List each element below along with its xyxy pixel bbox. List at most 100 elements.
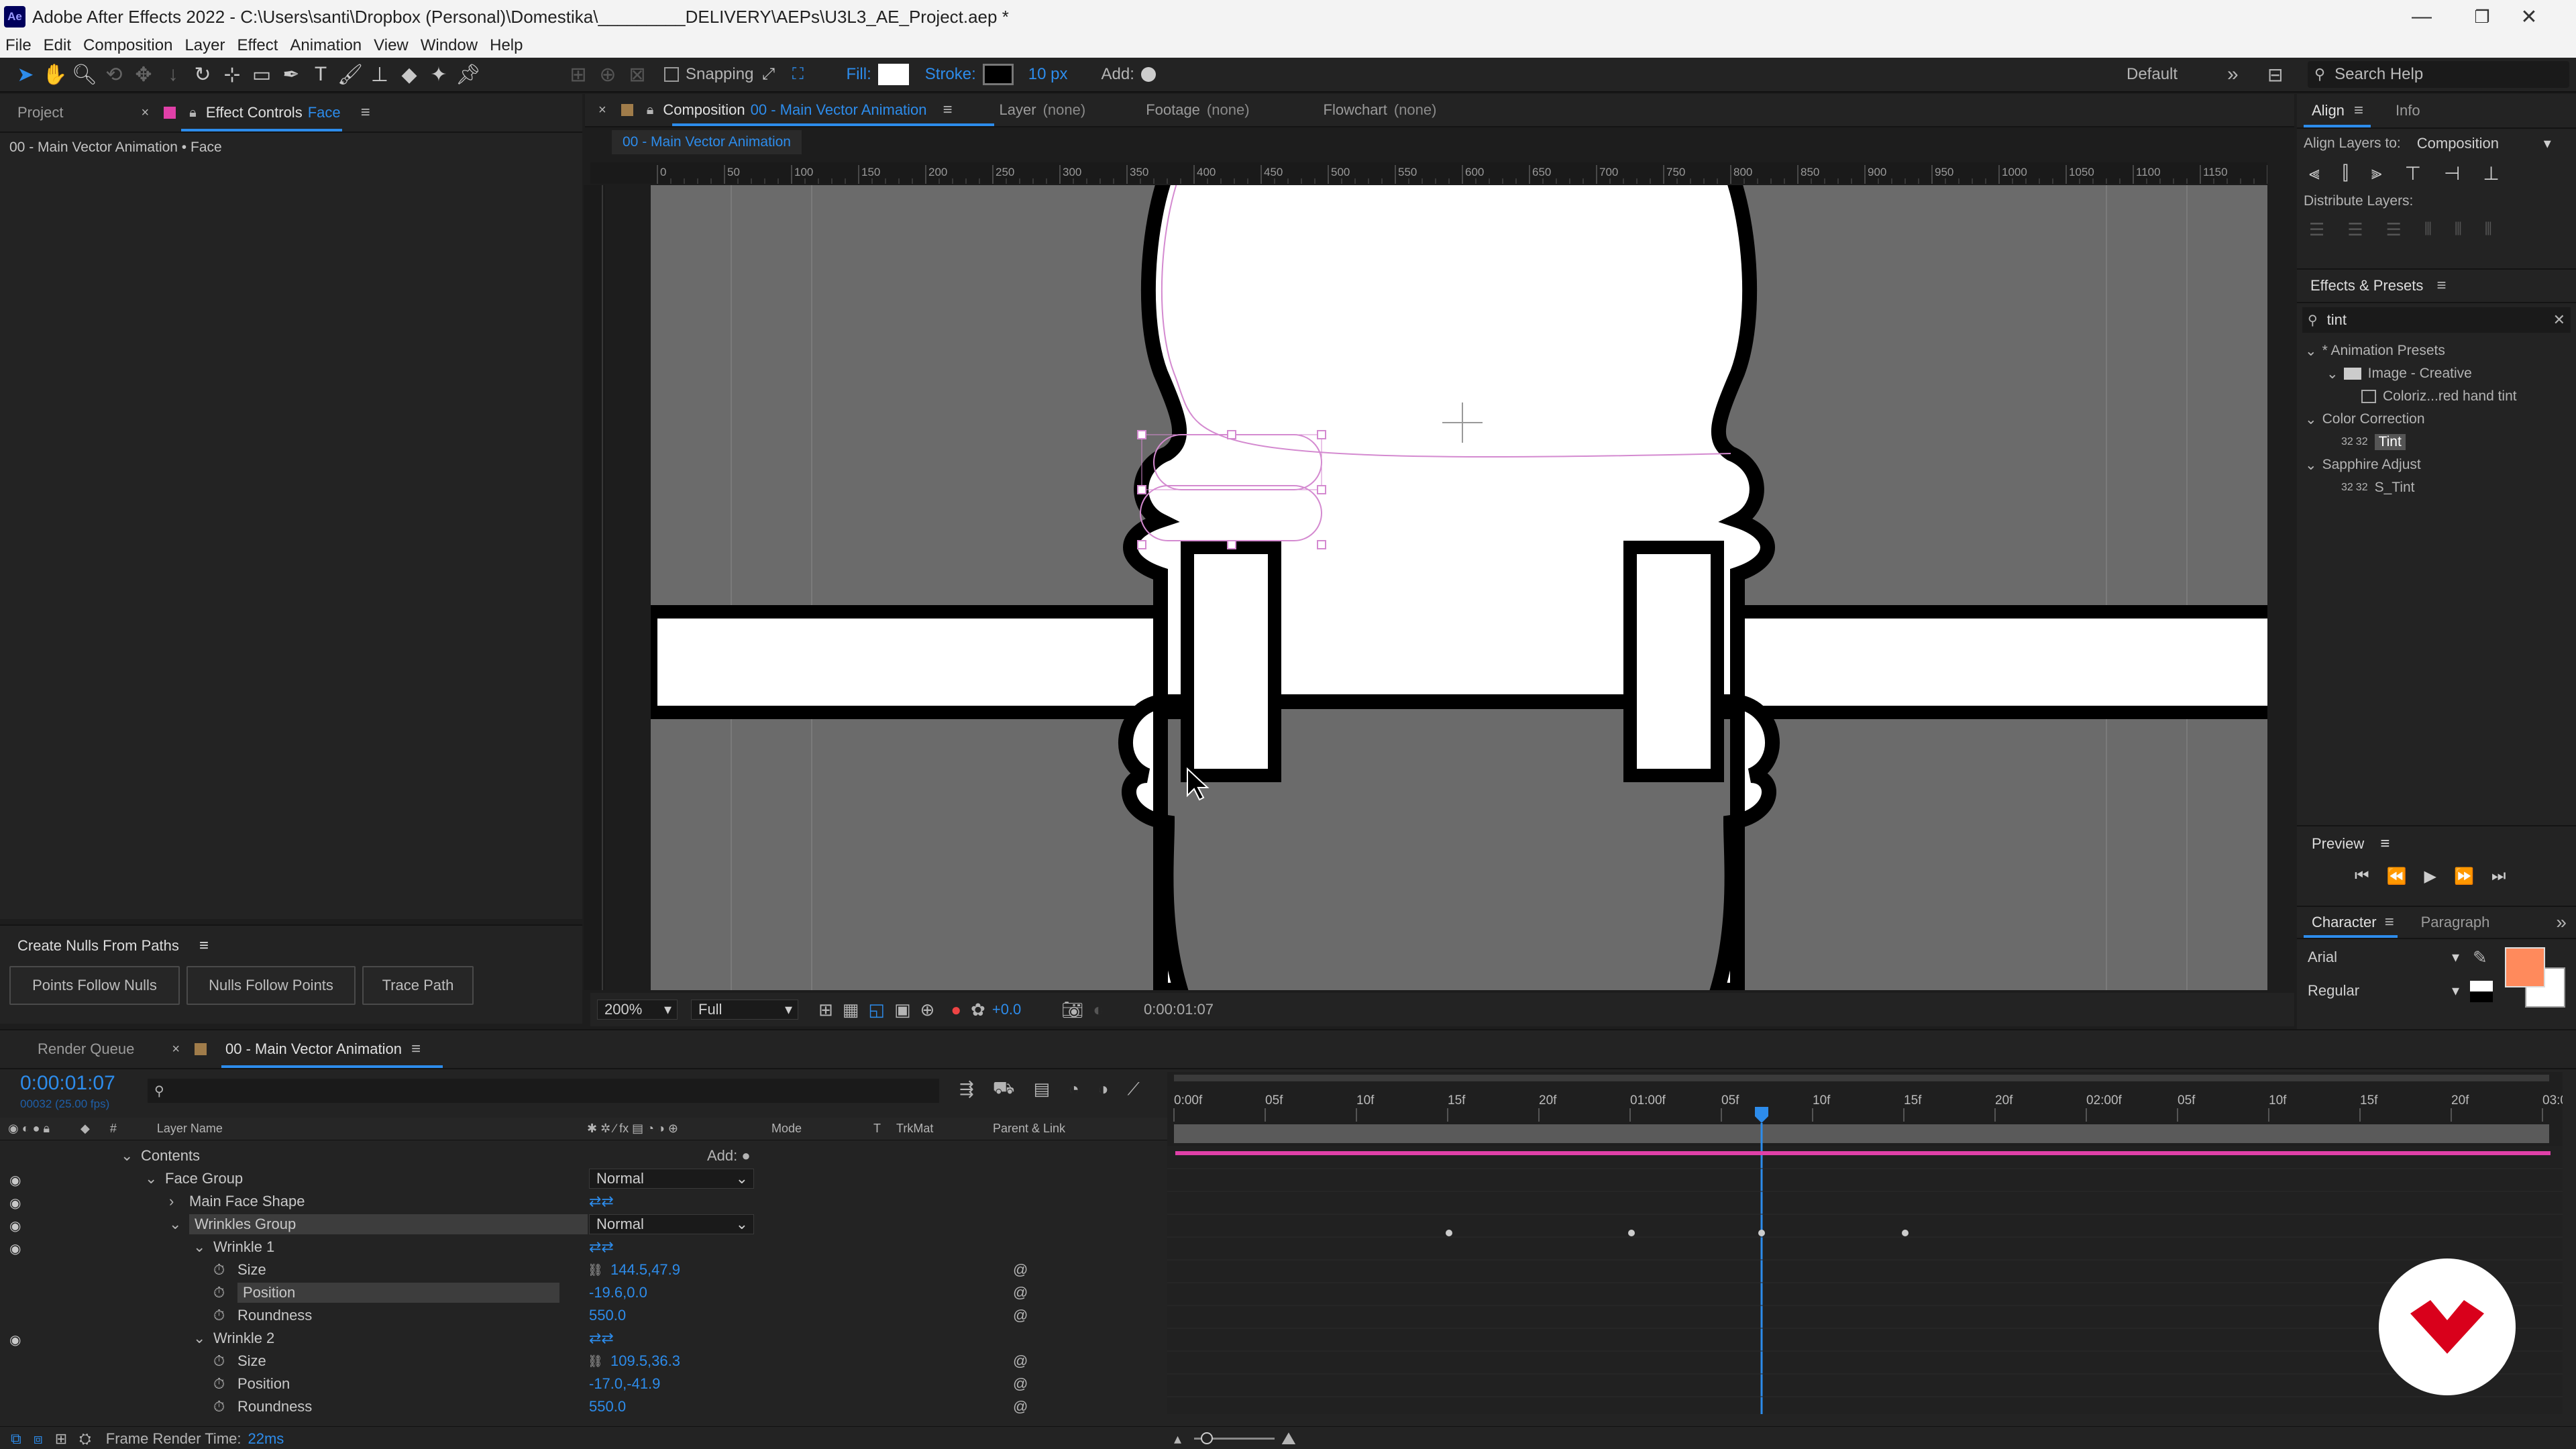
points-follow-nulls-button[interactable]: Points Follow Nulls: [9, 966, 180, 1005]
align-horizontal-center-icon[interactable]: ⫿: [2343, 162, 2349, 184]
composition-breadcrumb[interactable]: 00 - Main Vector Animation: [612, 130, 802, 154]
tab-render-queue[interactable]: Render Queue: [0, 1030, 152, 1068]
previous-frame-icon[interactable]: ⏪: [2387, 867, 2407, 886]
viewer-timecode[interactable]: 0:00:01:07: [1144, 1001, 1214, 1018]
property-value[interactable]: 144.5,47.9: [610, 1261, 680, 1279]
hand-tool-icon[interactable]: ✋: [40, 60, 70, 89]
tree-item-tint[interactable]: 32 32 Tint: [2297, 431, 2576, 453]
constrain-proportions-icon[interactable]: ⛓: [588, 1354, 603, 1368]
property-row[interactable]: ⏱ Roundness 550.0 @: [0, 1395, 1167, 1418]
search-help-box[interactable]: ⚲ Search Help: [2308, 61, 2569, 88]
layer-property-name[interactable]: Wrinkles Group: [189, 1214, 588, 1234]
magnification-dropdown[interactable]: 200% ▾: [597, 1000, 678, 1020]
layer-property-name[interactable]: Wrinkle 1: [213, 1238, 274, 1256]
selection-tool-icon[interactable]: ➤: [11, 60, 40, 89]
tab-layer[interactable]: Layer: [953, 94, 1043, 126]
workspace-default[interactable]: Default: [2127, 65, 2178, 84]
eraser-tool-icon[interactable]: ◆: [394, 60, 424, 89]
group-row[interactable]: ◉ ⌄ Wrinkles Group Normal ⌄: [0, 1213, 1167, 1236]
align-left-icon[interactable]: ⫷: [2309, 162, 2320, 184]
shape-group-switches-icon[interactable]: ⇄⇄: [589, 1193, 614, 1210]
timeline-graph-area[interactable]: [1167, 1146, 2563, 1420]
composition-viewer[interactable]: [651, 185, 2267, 990]
guides-icon[interactable]: ▣: [894, 1000, 911, 1020]
tree-item-image-creative[interactable]: ⌄ Image - Creative: [2297, 362, 2576, 385]
last-frame-icon[interactable]: ⏭: [2491, 867, 2506, 885]
layer-property-name[interactable]: Position: [237, 1283, 559, 1303]
snapshot-region-icon[interactable]: ⊞: [818, 1000, 833, 1020]
property-row[interactable]: ⏱ Position -17.0,-41.9 @: [0, 1373, 1167, 1395]
type-tool-icon[interactable]: T: [306, 60, 335, 89]
property-value[interactable]: -17.0,-41.9: [589, 1375, 660, 1393]
layer-duration-bar[interactable]: [1175, 1151, 2551, 1155]
effects-search-box[interactable]: ⚲ tint ✕: [2302, 307, 2571, 333]
property-value[interactable]: 109.5,36.3: [610, 1352, 680, 1370]
property-value[interactable]: -19.6,0.0: [589, 1284, 647, 1301]
nulls-follow-points-button[interactable]: Nulls Follow Points: [186, 966, 356, 1005]
layer-property-name[interactable]: Main Face Shape: [189, 1193, 305, 1210]
stopwatch-icon[interactable]: ⏱: [213, 1398, 225, 1415]
parent-link-column[interactable]: Parent & Link: [993, 1122, 1065, 1136]
panel-menu-icon[interactable]: ≡: [199, 936, 209, 955]
layer-property-name[interactable]: Size: [237, 1352, 266, 1370]
color-channels-icon[interactable]: ●: [951, 1000, 961, 1020]
stroke-swatch[interactable]: [982, 64, 1014, 85]
render-time-icon[interactable]: ⛭: [79, 1430, 91, 1448]
tab-info[interactable]: Info: [2363, 94, 2438, 127]
collapse-arrow-icon[interactable]: ⌄: [193, 1330, 205, 1347]
stroke-width-value[interactable]: 10 px: [1028, 65, 1068, 84]
distribute-right-icon[interactable]: ⫴: [2485, 219, 2492, 240]
distribute-bottom-icon[interactable]: ☰: [2386, 219, 2402, 240]
layer-name-column[interactable]: Layer Name: [157, 1122, 223, 1136]
next-frame-icon[interactable]: ⏩: [2454, 867, 2474, 886]
add-content-button[interactable]: Add: ●: [707, 1147, 751, 1165]
property-row[interactable]: ⏱ Position -19.6,0.0 @: [0, 1281, 1167, 1304]
property-value[interactable]: 550.0: [589, 1307, 626, 1324]
motion-blur-icon[interactable]: ◑: [1098, 1079, 1109, 1099]
roto-brush-tool-icon[interactable]: ✦: [424, 60, 453, 89]
collapse-arrow-icon[interactable]: ⌄: [169, 1216, 181, 1233]
local-axis-icon[interactable]: ⊞: [564, 60, 593, 89]
layer-property-name[interactable]: Face Group: [165, 1170, 243, 1187]
font-family-dropdown[interactable]: Arial ▾: [2305, 947, 2459, 967]
time-ruler[interactable]: 0:00f 05f 10f 15f 20f 01:00f 05f 10f 15f 20f 02:00…: [1167, 1072, 2567, 1146]
stopwatch-icon[interactable]: ⏱: [213, 1261, 225, 1279]
panel-overflow-icon[interactable]: »: [2556, 912, 2567, 933]
tree-item-animation-presets[interactable]: ⌄ * Animation Presets: [2297, 339, 2576, 362]
group-row[interactable]: ◉ ⌄ Wrinkle 2 ⇄⇄: [0, 1327, 1167, 1350]
tab-align[interactable]: Align: [2297, 94, 2354, 127]
snapshot-camera-icon[interactable]: 📷︎: [1061, 1000, 1083, 1020]
distribute-hcenter-icon[interactable]: ⫴: [2455, 219, 2462, 240]
dolly-camera-tool-icon[interactable]: ↓: [158, 60, 188, 89]
close-tab-icon[interactable]: ×: [172, 1042, 180, 1057]
tab-flowchart[interactable]: Flowchart: [1250, 94, 1394, 126]
grid-options-icon[interactable]: ⊕: [920, 1000, 935, 1020]
layer-property-name[interactable]: Roundness: [237, 1398, 312, 1415]
shape-group-switches-icon[interactable]: ⇄⇄: [589, 1330, 614, 1347]
visibility-eye-icon[interactable]: ◉: [9, 1332, 27, 1348]
resolution-dropdown[interactable]: Full ▾: [691, 1000, 798, 1020]
zoom-in-icon[interactable]: ⛰: [1281, 1428, 1296, 1449]
menu-file[interactable]: File: [5, 36, 32, 55]
close-tab-icon[interactable]: ×: [598, 103, 606, 118]
close-tab-icon[interactable]: ×: [141, 105, 149, 121]
toggle-modes-icon[interactable]: ⧈: [34, 1430, 43, 1448]
current-time-display[interactable]: 0:00:01:07: [20, 1072, 115, 1095]
menu-view[interactable]: View: [374, 36, 409, 55]
orbit-camera-tool-icon[interactable]: ⟲: [99, 60, 129, 89]
align-right-icon[interactable]: ⫸: [2371, 162, 2382, 184]
menu-window[interactable]: Window: [421, 36, 478, 55]
visibility-eye-icon[interactable]: ◉: [9, 1218, 27, 1234]
pick-whip-icon[interactable]: @: [1013, 1284, 1028, 1301]
blend-mode-dropdown[interactable]: Normal ⌄: [589, 1169, 754, 1189]
tab-timeline-comp[interactable]: 00 - Main Vector Animation: [207, 1030, 411, 1068]
layer-property-name[interactable]: Wrinkle 2: [213, 1330, 274, 1347]
clear-search-icon[interactable]: ✕: [2553, 311, 2565, 329]
layer-property-name[interactable]: Contents: [141, 1147, 200, 1165]
snap-options-icon[interactable]: ⤢: [753, 60, 783, 89]
constrain-proportions-icon[interactable]: ⛓: [588, 1263, 603, 1277]
panel-menu-icon[interactable]: ≡: [411, 1040, 421, 1059]
group-row[interactable]: ◉ ⌄ Face Group Normal ⌄: [0, 1167, 1167, 1190]
mask-visibility-icon[interactable]: ◱: [868, 1000, 885, 1020]
lock-icon[interactable]: 🔒︎: [189, 105, 197, 121]
